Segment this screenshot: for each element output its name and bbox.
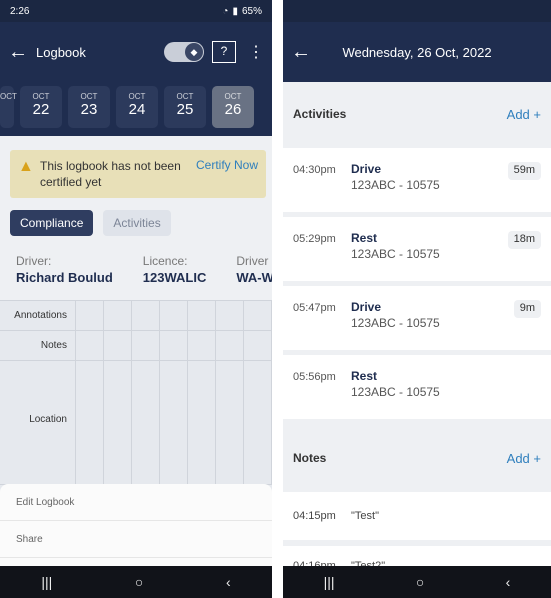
date-strip: OCT OCT 22 OCT 23 OCT 24 OCT 25 OCT 26	[0, 82, 272, 136]
notes-header: Notes Add +	[283, 428, 551, 488]
activity-vehicle: 123ABC - 10575	[351, 178, 440, 192]
activity-duration: 9m	[513, 300, 541, 318]
status-icons: ◔ ▮ 65%	[222, 6, 262, 17]
signal-icon: ▮	[232, 5, 238, 17]
app-bar: ← Wednesday, 26 Oct, 2022	[283, 22, 551, 82]
activity-duration: 18m	[507, 231, 541, 249]
grid-label-annotations: Annotations	[0, 301, 76, 330]
activities-title: Activities	[293, 107, 347, 121]
add-activity-button[interactable]: Add +	[507, 107, 541, 122]
edit-logbook-option[interactable]: Edit Logbook	[0, 484, 272, 521]
driver-label: Driver:	[16, 254, 52, 268]
nav-back-icon[interactable]: ‹	[506, 574, 511, 590]
date-month: OCT	[32, 92, 50, 101]
udi-label: Driver UDI:	[236, 254, 272, 268]
right-screen: ← Wednesday, 26 Oct, 2022 Activities Add…	[283, 0, 551, 598]
activity-type: Drive	[351, 162, 382, 176]
recent-apps-icon[interactable]: |||	[324, 574, 335, 590]
home-icon[interactable]: ○	[135, 574, 143, 590]
home-icon[interactable]: ○	[416, 574, 424, 590]
driver-value: Richard Boulud	[16, 270, 113, 285]
activity-vehicle: 123ABC - 10575	[351, 385, 440, 399]
date-item[interactable]: OCT 25	[164, 86, 206, 128]
licence-field: Licence: 123WALIC	[143, 254, 207, 285]
date-day: 23	[80, 101, 98, 118]
activity-time: 04:30pm	[293, 164, 336, 176]
status-bar: 2:26 ◔ ▮ 65%	[0, 0, 272, 22]
certify-now-link[interactable]: Certify Now	[196, 158, 258, 190]
activity-row[interactable]: 05:29pm Rest 123ABC - 10575 18m	[283, 217, 551, 281]
activity-vehicle: 123ABC - 10575	[351, 247, 440, 261]
help-button[interactable]: ?	[212, 41, 236, 63]
date-month: OCT	[224, 92, 242, 101]
licence-value: 123WALIC	[142, 270, 207, 285]
note-text: "Test"	[351, 510, 379, 522]
add-note-button[interactable]: Add +	[507, 451, 541, 466]
tab-activities[interactable]: Activities	[103, 210, 171, 236]
status-time: 2:26	[10, 5, 30, 17]
battery-level: 65%	[241, 5, 262, 17]
back-arrow-icon[interactable]: ←	[0, 41, 36, 64]
nav-back-icon[interactable]: ‹	[226, 574, 231, 590]
share-option[interactable]: Share	[0, 521, 272, 558]
date-item[interactable]: OCT 22	[20, 86, 62, 128]
activity-type: Rest	[351, 369, 378, 383]
warning-icon: ▲	[18, 158, 34, 175]
note-row[interactable]: 04:15pm "Test"	[283, 492, 551, 540]
date-item[interactable]: OCT 23	[68, 86, 110, 128]
activities-header: Activities Add +	[283, 84, 551, 144]
activity-time: 05:56pm	[293, 371, 336, 383]
activity-row[interactable]: 04:30pm Drive 123ABC - 10575 59m	[283, 148, 551, 212]
page-title: Logbook	[36, 44, 86, 60]
date-month: OCT	[80, 92, 98, 101]
grid-row-location: Location	[0, 361, 272, 485]
udi-value: WA-WALIC	[236, 270, 272, 285]
driver-field: Driver: Richard Boulud	[16, 254, 113, 285]
status-bar	[283, 0, 551, 22]
banner-text: This logbook has not been certified yet	[40, 159, 181, 189]
date-day: 22	[32, 101, 50, 118]
bottom-sheet: Edit Logbook Share	[0, 484, 272, 568]
grid-row-notes: Notes	[0, 331, 272, 361]
activity-time: 05:47pm	[293, 302, 336, 314]
page-title: Wednesday, 26 Oct, 2022	[342, 44, 492, 60]
recent-apps-icon[interactable]: |||	[41, 574, 52, 590]
date-item[interactable]: OCT	[0, 86, 17, 128]
system-nav-bar: ||| ○ ‹	[0, 566, 272, 598]
activity-row[interactable]: 05:56pm Rest 123ABC - 10575	[283, 355, 551, 419]
activity-duration: 59m	[507, 162, 541, 180]
activity-time: 05:29pm	[293, 233, 336, 245]
notes-title: Notes	[293, 451, 327, 465]
tab-compliance[interactable]: Compliance	[10, 210, 94, 236]
certify-banner: ▲ This logbook has not been certified ye…	[10, 150, 266, 198]
view-tabs: Compliance Activities	[10, 210, 171, 236]
grid-label-location: Location	[0, 361, 76, 484]
more-options-icon[interactable]: ⋮	[248, 42, 264, 62]
wifi-icon: ◔	[222, 5, 229, 17]
app-bar: ← Logbook ◆ ? ⋮	[0, 22, 272, 82]
date-day: 25	[176, 101, 194, 118]
date-day: 26	[224, 101, 242, 118]
activity-vehicle: 123ABC - 10575	[351, 316, 440, 330]
date-month: OCT	[128, 92, 146, 101]
activity-row[interactable]: 05:47pm Drive 123ABC - 10575 9m	[283, 286, 551, 350]
grid-row-annotations: Annotations	[0, 301, 272, 331]
date-item[interactable]: OCT 24	[116, 86, 158, 128]
licence-label: Licence:	[142, 254, 188, 268]
activity-type: Rest	[351, 231, 378, 245]
date-month: OCT	[176, 92, 194, 101]
shield-icon: ◆	[185, 43, 203, 61]
mode-toggle[interactable]: ◆	[164, 42, 204, 62]
udi-field: Driver UDI: WA-WALIC	[236, 254, 272, 285]
back-arrow-icon[interactable]: ←	[283, 41, 319, 64]
activity-type: Drive	[351, 300, 382, 314]
left-screen: 2:26 ◔ ▮ 65% ← Logbook ◆ ? ⋮ OCT OCT 22 …	[0, 0, 272, 598]
date-day: 24	[128, 101, 146, 118]
driver-info: Driver: Richard Boulud Licence: 123WALIC…	[16, 254, 272, 285]
note-time: 04:15pm	[293, 510, 336, 522]
grid-label-notes: Notes	[0, 331, 76, 360]
system-nav-bar: ||| ○ ‹	[283, 566, 551, 598]
date-item-selected[interactable]: OCT 26	[212, 86, 254, 128]
